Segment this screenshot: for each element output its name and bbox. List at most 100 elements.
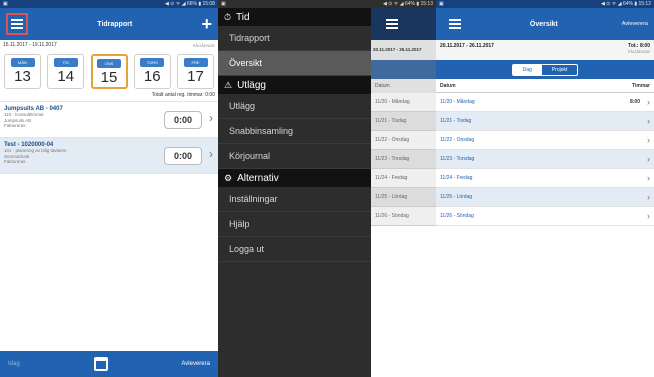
day-button[interactable]: FRE 17 — [177, 54, 214, 89]
day-button[interactable]: TORS 16 — [133, 54, 171, 89]
status-right: ◀ ⊙ ᯤ ◢ 64% ▮ 15:13 — [382, 1, 433, 7]
hamburger-menu-icon[interactable] — [6, 13, 28, 35]
day-button-selected[interactable]: ONS 15 — [90, 54, 128, 89]
page-title: Översikt — [529, 20, 558, 28]
segment-project[interactable]: Projekt — [542, 65, 578, 75]
bottom-bar: Idag Avleverera — [0, 351, 218, 377]
segment-bar — [371, 60, 436, 79]
list-item: 11/20 - Måndag — [371, 93, 436, 112]
week-status: PÅGÅENDE — [192, 42, 215, 48]
warning-icon: ⚠ — [224, 79, 233, 90]
status-bar: ▣ ◀ ⊙ ᯤ ◢ 66% ▮ 15:08 — [0, 0, 218, 8]
day-name: TORS — [140, 58, 165, 67]
row-date: 11/21 - Tisdag — [440, 118, 472, 124]
status-bar: ▣ ◀ ⊙ ᯤ ◢ 64% ▮ 15:12 — [436, 0, 654, 8]
day-name: ONS — [97, 59, 121, 68]
hours-input[interactable]: 0:00 — [164, 111, 202, 129]
list-item: 11/26 - Söndag — [371, 207, 436, 226]
row-hours: 8:00 — [629, 99, 640, 105]
hours-input[interactable]: 0:00 — [164, 147, 202, 165]
table-row[interactable]: 11/26 - Söndag › — [436, 207, 654, 226]
drawer-group-label: Tid — [236, 11, 250, 23]
app-bar: Översikt Avleverera — [436, 8, 654, 40]
row-date: 11/20 - Måndag — [440, 99, 475, 105]
table-row[interactable]: 11/22 - Onsdag › — [436, 131, 654, 150]
list-item: 11/25 - Lördag — [371, 188, 436, 207]
drawer-group-label: Alternativ — [237, 172, 279, 184]
week-range: 20.11.2017 - 26.11.2017 Tot.: 8:00 PÅGÅE… — [436, 40, 654, 60]
day-button[interactable]: TIS 14 — [47, 54, 85, 89]
chevron-right-icon: › — [647, 154, 650, 164]
week-range: 15.11.2017 - 19.11.2017 PÅGÅENDE — [0, 40, 218, 50]
calendar-icon[interactable] — [93, 357, 108, 371]
drawer-group-time: ⏱ Tid — [218, 8, 371, 26]
app-bar — [371, 8, 436, 40]
table-row[interactable]: 11/24 - Fredag › — [436, 169, 654, 188]
segmented-control: Dag Projekt — [511, 63, 579, 76]
app-bar: Tidrapport + — [0, 8, 218, 40]
list-item: 11/21 - Tisdag — [371, 112, 436, 131]
status-left: ▣ — [221, 1, 226, 7]
status-left: ▣ — [3, 1, 8, 7]
drawer-group-expenses: ⚠ Utlägg — [218, 76, 371, 94]
drawer-item-snabbinsamling[interactable]: Snabbinsamling — [218, 119, 371, 144]
week-range-text: 20.11.2017 - 26.11.2017 — [440, 43, 494, 49]
chevron-right-icon: › — [647, 173, 650, 183]
page-title: Tidrapport — [97, 20, 133, 28]
table-header: Datum Timmar — [436, 79, 654, 93]
drawer-item-oversikt[interactable]: Översikt — [218, 51, 371, 76]
gear-icon: ⚙ — [224, 172, 233, 183]
chevron-right-icon: › — [647, 116, 650, 126]
day-number: 14 — [57, 68, 75, 85]
day-number: 17 — [187, 68, 204, 85]
table-row[interactable]: 11/20 - Måndag 8:00 › — [436, 93, 654, 112]
today-button[interactable]: Idag — [8, 361, 20, 367]
status-bar: ▣ ◀ ⊙ ᯤ ◢ 64% ▮ 15:13 — [218, 0, 436, 8]
day-button[interactable]: MÅN 13 — [4, 54, 41, 89]
column-header-hours: Timmar — [632, 83, 650, 89]
drawer-item-tidrapport[interactable]: Tidrapport — [218, 26, 371, 51]
total-hours: Totalt antal reg. timmar: 0:00 — [0, 89, 218, 102]
time-entry[interactable]: Jumpsuits AB - 0407 110 - Konsulttimmar … — [0, 102, 218, 138]
table-row[interactable]: 11/23 - Torsdag › — [436, 150, 654, 169]
chevron-right-icon: › — [647, 192, 650, 202]
table-row[interactable]: 11/21 - Tisdag › — [436, 112, 654, 131]
submit-button[interactable]: Avleverera — [181, 361, 210, 367]
day-name: FRE — [183, 58, 208, 67]
oversikt-screen: ▣ ◀ ⊙ ᯤ ◢ 64% ▮ 15:12 Översikt Avleverer… — [436, 0, 654, 377]
chevron-right-icon: › — [647, 135, 650, 145]
column-header: Datum — [371, 79, 436, 93]
chevron-right-icon[interactable]: › — [209, 147, 213, 161]
drawer-item-installningar[interactable]: Inställningar — [218, 187, 371, 212]
time-entry[interactable]: Test - 1020000-04 101 - planering av bil… — [0, 138, 218, 174]
hamburger-menu-icon[interactable] — [444, 13, 466, 35]
row-date: 11/22 - Onsdag — [440, 137, 475, 143]
week-status: PÅGÅENDE — [627, 49, 650, 54]
row-date: 11/25 - Lördag — [440, 194, 473, 200]
segment-day[interactable]: Dag — [512, 64, 542, 75]
drawer-group-options: ⚙ Alternativ — [218, 169, 371, 187]
add-button[interactable]: + — [201, 15, 212, 33]
column-header-date: Datum — [440, 83, 456, 89]
chevron-right-icon[interactable]: › — [209, 111, 213, 125]
dimmed-background-screen[interactable]: 20.11.2017 - 26.11.2017 Datum 11/20 - Må… — [371, 8, 436, 377]
row-date: 11/23 - Torsdag — [440, 156, 475, 162]
day-name: MÅN — [10, 58, 35, 67]
drawer-item-hjalp[interactable]: Hjälp — [218, 212, 371, 237]
day-number: 15 — [100, 69, 118, 86]
day-number: 16 — [143, 68, 161, 85]
day-name: TIS — [53, 58, 78, 67]
row-date: 11/24 - Fredag — [440, 175, 473, 181]
week-range-text: 15.11.2017 - 19.11.2017 — [3, 42, 57, 48]
list-item: 11/22 - Onsdag — [371, 131, 436, 150]
drawer-item-korjournal[interactable]: Körjournal — [218, 144, 371, 169]
stopwatch-icon: ⏱ — [224, 11, 232, 22]
week-range-text: 20.11.2017 - 26.11.2017 — [371, 40, 436, 60]
status-right: ◀ ⊙ ᯤ ◢ 66% ▮ 15:08 — [164, 1, 215, 7]
drawer-item-utlagg[interactable]: Utlägg — [218, 94, 371, 119]
submit-button[interactable]: Avleverera — [622, 21, 648, 27]
list-item: 11/24 - Fredag — [371, 169, 436, 188]
table-row[interactable]: 11/25 - Lördag › — [436, 188, 654, 207]
drawer-item-logga-ut[interactable]: Logga ut — [218, 237, 371, 262]
list-item: 11/23 - Torsdag — [371, 150, 436, 169]
